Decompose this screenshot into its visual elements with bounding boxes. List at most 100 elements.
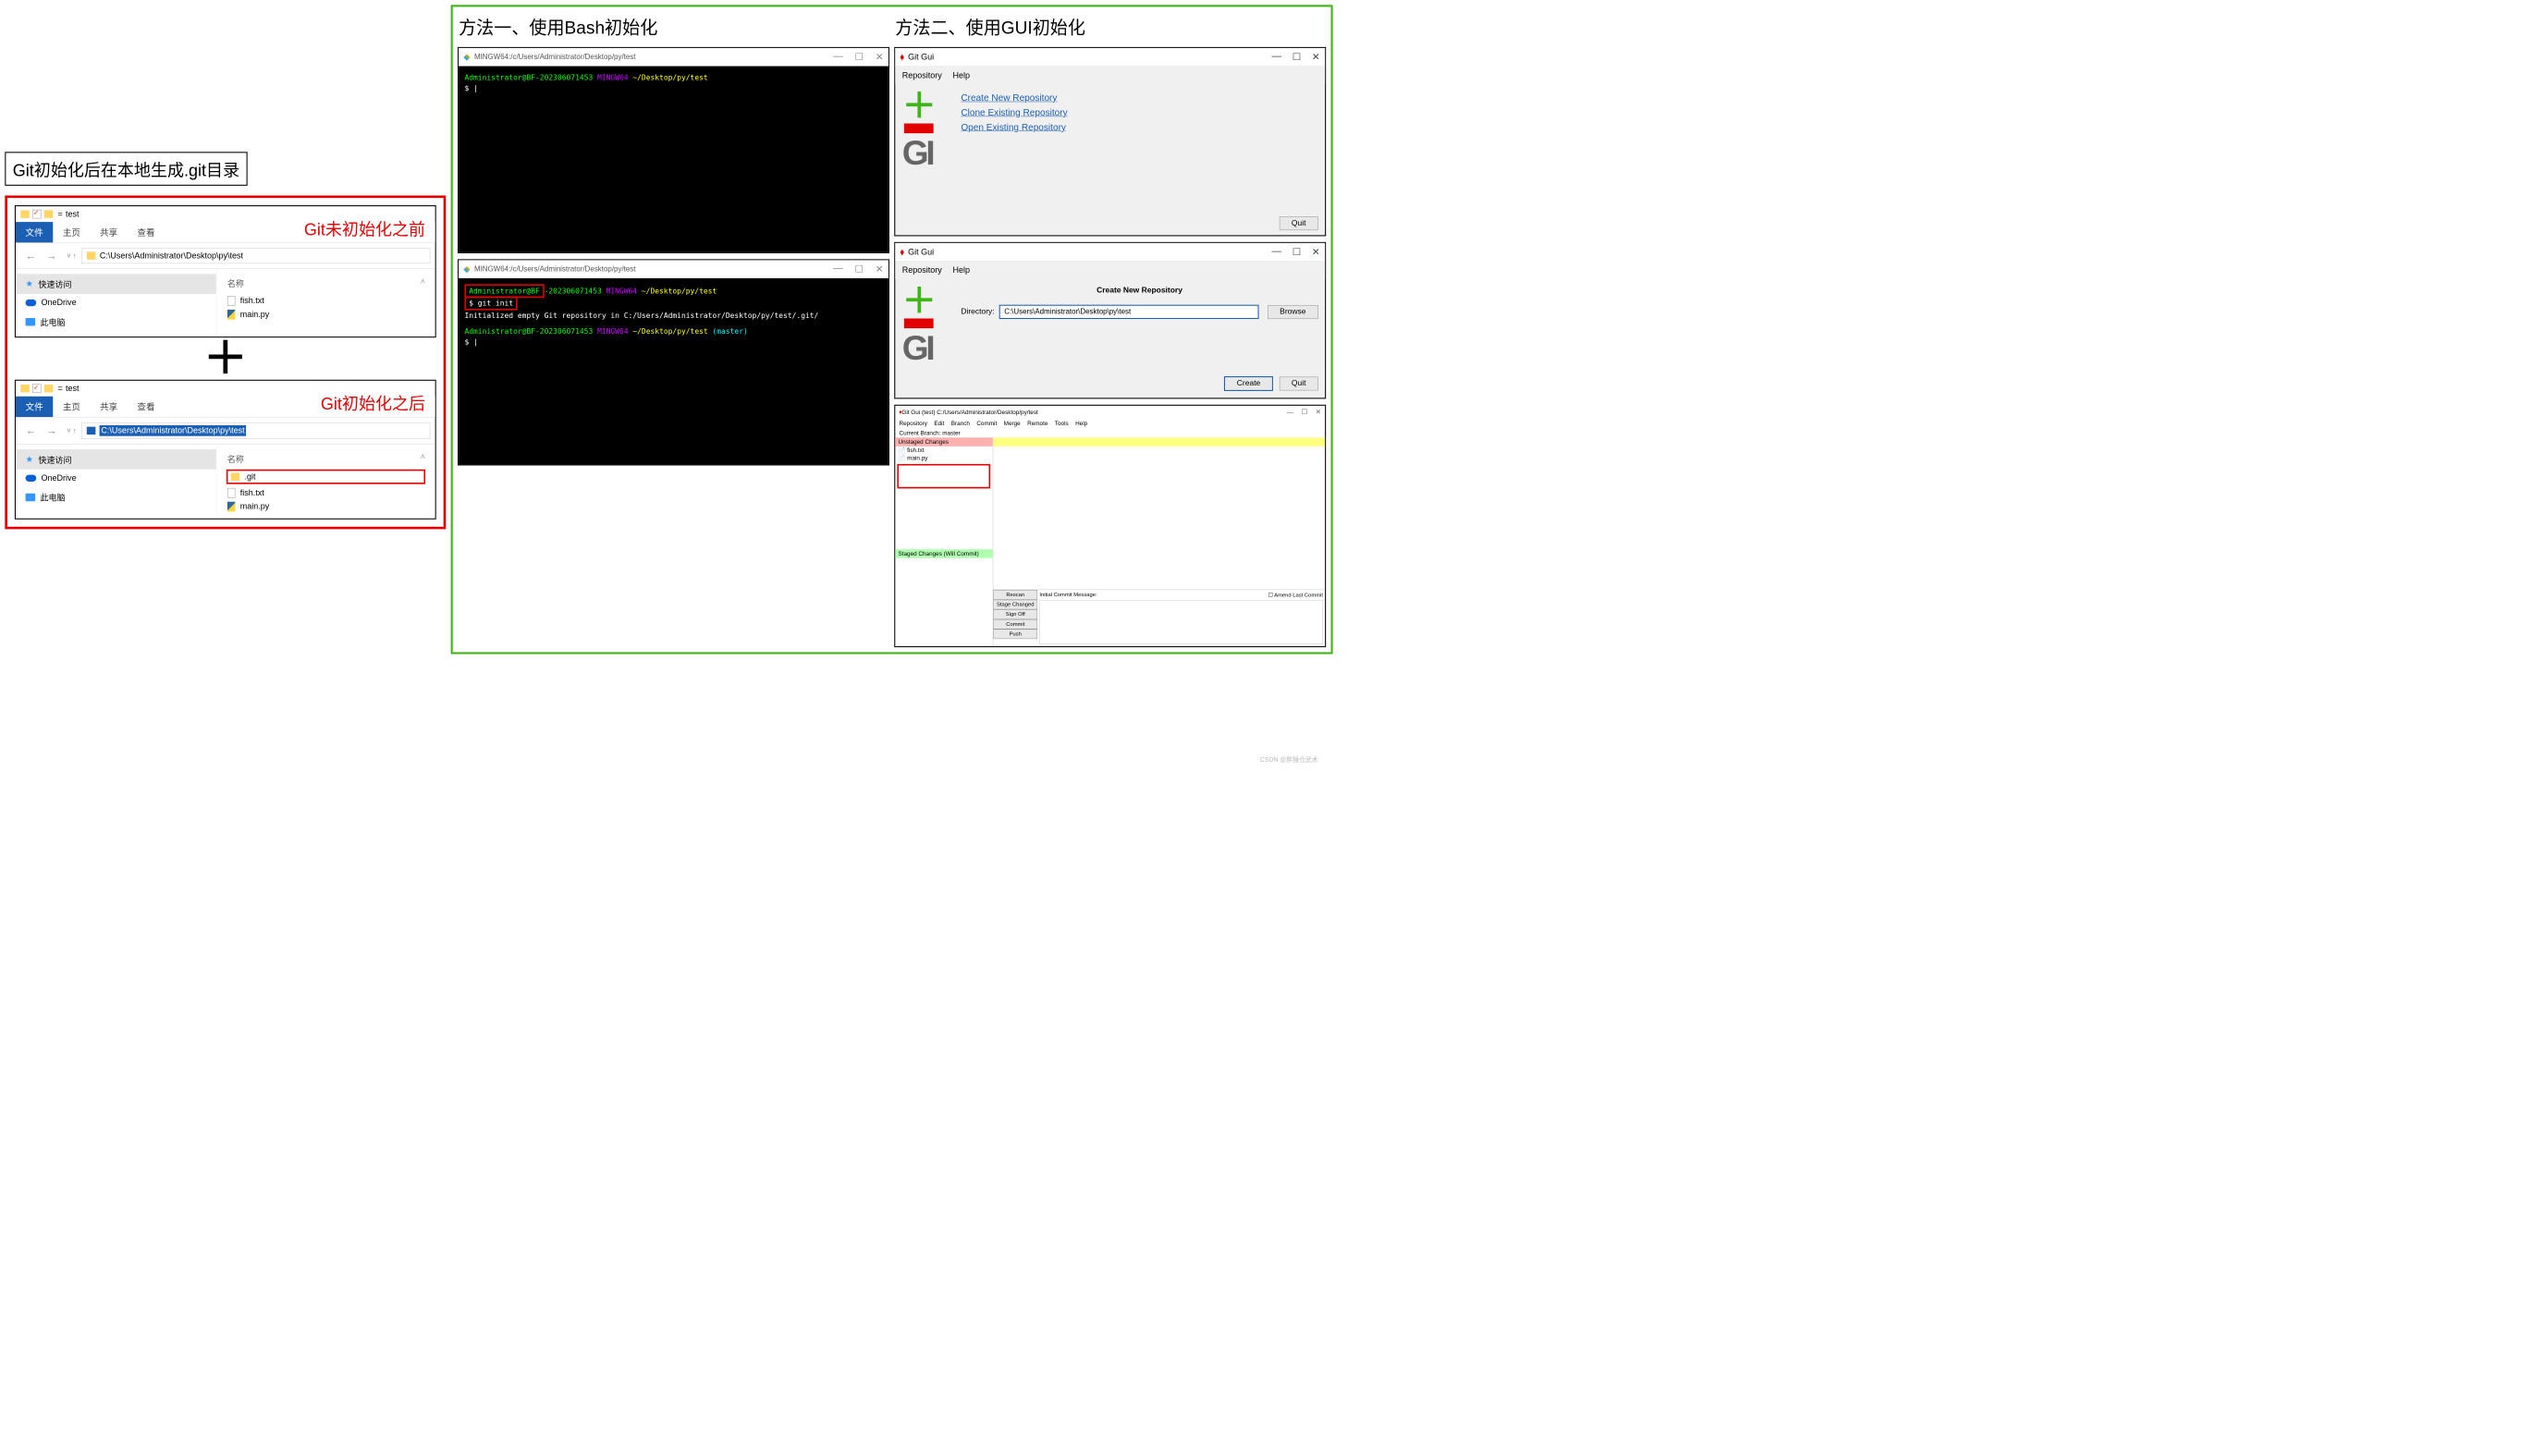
sidebar-quick-access[interactable]: ★快速访问 [16,274,216,294]
window-title: test [66,209,80,219]
menu-item[interactable]: Repository [900,420,927,426]
terminal-header: ◆ MINGW64:/c/Users/Administrator/Desktop… [459,48,888,67]
unstaged-file[interactable]: 📄 main.py [895,454,992,461]
menu-item[interactable]: Branch [951,420,970,426]
up-arrow-icon[interactable]: ˅ ↑ [67,251,77,260]
tab-view[interactable]: 查看 [128,397,165,417]
maximize-icon[interactable]: ☐ [854,263,864,275]
menu-repository[interactable]: Repository [902,70,942,80]
maximize-icon[interactable]: ☐ [1302,408,1308,416]
menu-item[interactable]: Tools [1055,420,1069,426]
link-clone-repo[interactable]: Clone Existing Repository [961,105,1067,120]
unstaged-list[interactable]: 📄 fish.txt 📄 main.py [895,447,992,549]
menu-item[interactable]: Help [1075,420,1087,426]
folder-icon [44,385,54,392]
msg-title: Initial Commit Message: [1039,592,1097,598]
red-highlight-box: Git未初始化之前 = test 文件 主页 共享 查看 ← → [5,195,446,529]
terminal-body[interactable]: Administrator@BF-202306071453Administrat… [459,278,888,464]
terminal-body[interactable]: Administrator@BF-202306071453 MINGW64 ~/… [459,67,888,252]
column-header-name[interactable]: 名称˄ [227,274,425,294]
commit-message-input[interactable] [1039,600,1323,644]
unstaged-file[interactable]: 📄 fish.txt [895,447,992,454]
minimize-icon[interactable]: — [833,263,843,275]
back-arrow-icon[interactable]: ← [26,250,37,263]
close-icon[interactable]: ✕ [1312,246,1320,258]
file-row-git[interactable]: .git [227,470,425,484]
maximize-icon[interactable]: ☐ [1293,51,1302,63]
minimize-icon[interactable]: — [1272,246,1282,258]
sidebar-this-pc[interactable]: 此电脑 [16,312,216,332]
path-input[interactable]: C:\Users\Administrator\Desktop\py\test [81,422,430,439]
menu-item[interactable]: Merge [1004,420,1021,426]
sidebar-onedrive[interactable]: OneDrive [16,294,216,312]
action-links: Create New Repository Clone Existing Rep… [961,92,1067,205]
menu-repository[interactable]: Repository [902,265,942,275]
forward-arrow-icon[interactable]: → [46,424,57,437]
push-button[interactable]: Push [993,630,1037,640]
tab-share[interactable]: 共享 [91,222,128,242]
sidebar-quick-access[interactable]: ★快速访问 [16,449,216,470]
diff-view[interactable] [993,447,1325,590]
onedrive-icon [26,300,37,306]
menu-item[interactable]: Edit [934,420,944,426]
menu-help[interactable]: Help [952,265,970,275]
file-row[interactable]: fish.txt [227,486,425,500]
tab-view[interactable]: 查看 [128,222,165,242]
menu-item[interactable]: Commit [976,420,997,426]
forward-arrow-icon[interactable]: → [46,250,57,263]
folder-icon [20,385,30,392]
file-row[interactable]: main.py [227,500,425,514]
minimize-icon[interactable]: — [1287,408,1293,416]
maximize-icon[interactable]: ☐ [854,51,864,63]
git-gui-icon: ⬧ [901,52,904,62]
after-label: Git初始化之后 [321,390,425,414]
browse-button[interactable]: Browse [1268,305,1318,319]
link-open-repo[interactable]: Open Existing Repository [961,120,1067,135]
python-file-icon [227,502,235,512]
star-icon: ★ [26,279,34,289]
python-file-icon [227,310,235,320]
close-icon[interactable]: ✕ [876,51,884,63]
up-arrow-icon[interactable]: ˅ ↑ [67,426,77,434]
close-icon[interactable]: ✕ [1312,51,1320,63]
diff-header-bar [993,437,1325,447]
gi-text: GI [902,138,951,167]
minimize-icon[interactable]: — [1272,51,1282,63]
directory-input[interactable] [999,305,1258,319]
tab-file[interactable]: 文件 [16,397,53,417]
commit-button[interactable]: Commit [993,619,1037,630]
maximize-icon[interactable]: ☐ [1293,246,1302,258]
tab-file[interactable]: 文件 [16,222,53,242]
file-row[interactable]: fish.txt [227,294,425,308]
menu-item[interactable]: Remote [1027,420,1048,426]
quit-button[interactable]: Quit [1280,377,1318,391]
current-branch: Current Branch: master [895,429,1325,438]
sign-off-button[interactable]: Sign Off [993,609,1037,619]
menu-help[interactable]: Help [952,70,970,80]
staged-list[interactable] [895,558,992,646]
txt-file-icon [227,296,235,306]
window-title: test [66,384,80,394]
commit-message-area: Rescan Stage Changed Sign Off Commit Pus… [993,590,1325,646]
amend-checkbox[interactable]: ☐ Amend Last Commit [1268,592,1323,598]
tab-home[interactable]: 主页 [53,397,90,417]
terminal-window-2: ◆ MINGW64:/c/Users/Administrator/Desktop… [458,259,889,465]
tab-home[interactable]: 主页 [53,222,90,242]
close-icon[interactable]: ✕ [1316,408,1321,416]
link-create-repo[interactable]: Create New Repository [961,92,1067,106]
mingw-icon: ◆ [463,52,470,62]
sidebar-onedrive[interactable]: OneDrive [16,470,216,487]
back-arrow-icon[interactable]: ← [26,424,37,437]
path-input[interactable]: C:\Users\Administrator\Desktop\py\test [81,248,430,263]
create-button[interactable]: Create [1224,376,1273,391]
folder-icon [20,210,30,217]
rescan-button[interactable]: Rescan [993,590,1037,600]
close-icon[interactable]: ✕ [876,263,884,275]
file-row[interactable]: main.py [227,308,425,322]
minimize-icon[interactable]: — [833,51,843,63]
column-header-name[interactable]: 名称˄ [227,449,425,470]
tab-share[interactable]: 共享 [91,397,128,417]
sidebar-this-pc[interactable]: 此电脑 [16,487,216,508]
stage-changed-button[interactable]: Stage Changed [993,600,1037,610]
quit-button[interactable]: Quit [1280,216,1318,230]
